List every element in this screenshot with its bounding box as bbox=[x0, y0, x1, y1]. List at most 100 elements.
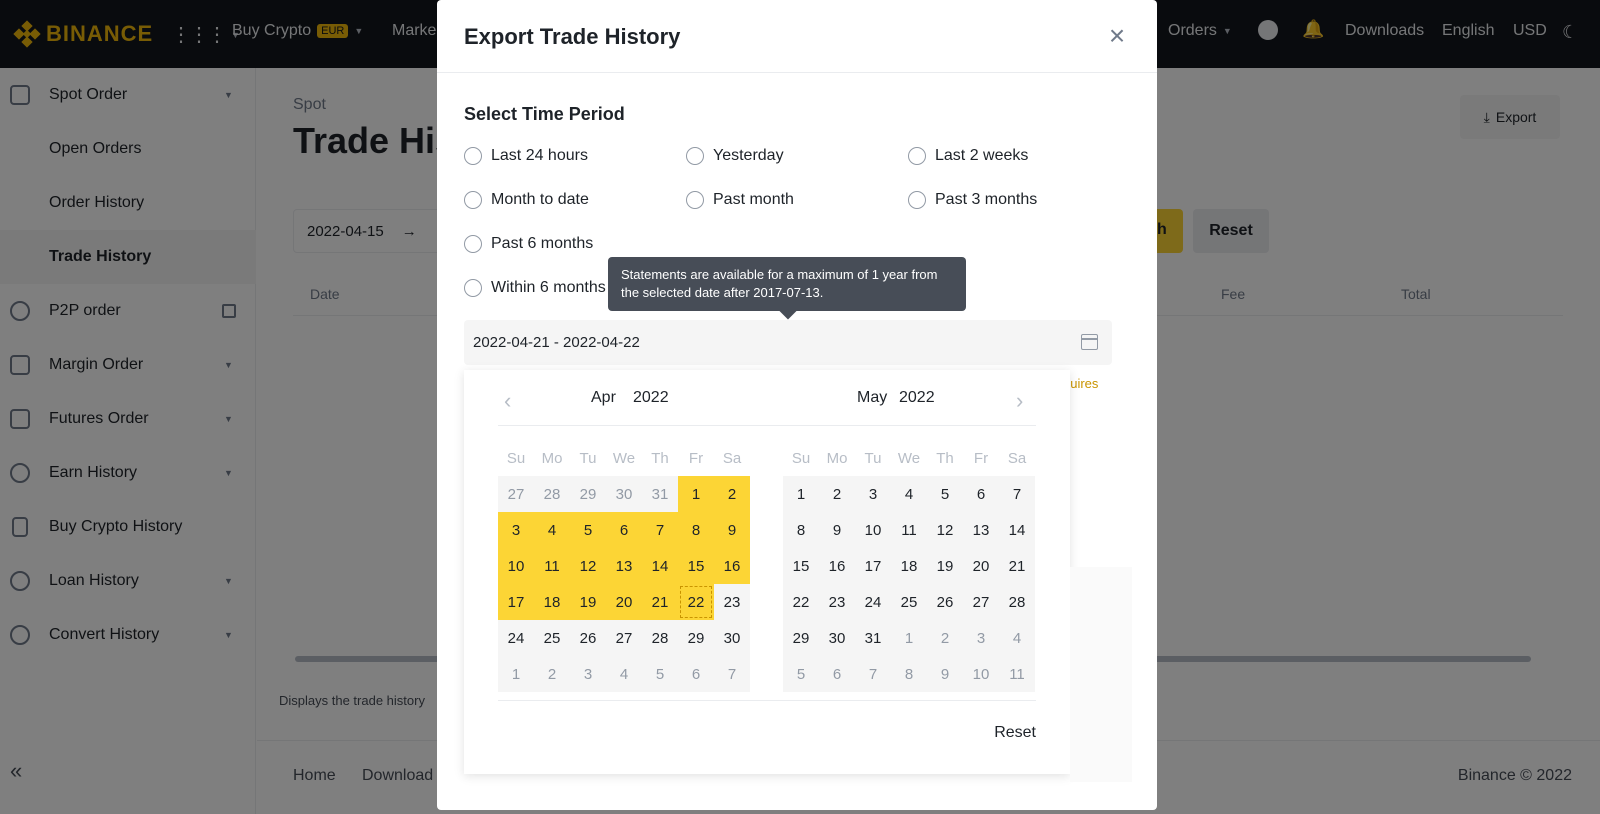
calendar-day[interactable]: 7 bbox=[999, 476, 1035, 512]
option-past-3-months[interactable]: Past 3 months bbox=[908, 191, 1037, 209]
calendar-day[interactable]: 30 bbox=[819, 620, 855, 656]
calendar-day[interactable]: 23 bbox=[714, 584, 750, 620]
calendar-day[interactable]: 24 bbox=[855, 584, 891, 620]
calendar-day[interactable]: 27 bbox=[498, 476, 534, 512]
calendar-day[interactable]: 6 bbox=[819, 656, 855, 692]
calendar-day[interactable]: 29 bbox=[570, 476, 606, 512]
calendar-day[interactable]: 30 bbox=[714, 620, 750, 656]
option-past-month[interactable]: Past month bbox=[686, 191, 794, 209]
calendar-day[interactable]: 26 bbox=[570, 620, 606, 656]
calendar-day[interactable]: 4 bbox=[891, 476, 927, 512]
calendar-day[interactable]: 10 bbox=[855, 512, 891, 548]
calendar-day[interactable]: 11 bbox=[999, 656, 1035, 692]
calendar-day[interactable]: 17 bbox=[498, 584, 534, 620]
calendar-day[interactable]: 28 bbox=[534, 476, 570, 512]
calendar-day[interactable]: 7 bbox=[855, 656, 891, 692]
calendar-day[interactable]: 29 bbox=[783, 620, 819, 656]
option-past-6-months[interactable]: Past 6 months bbox=[464, 235, 593, 253]
calendar-day[interactable]: 12 bbox=[927, 512, 963, 548]
calendar-day[interactable]: 8 bbox=[783, 512, 819, 548]
calendar-day[interactable]: 27 bbox=[606, 620, 642, 656]
calendar-day[interactable]: 8 bbox=[891, 656, 927, 692]
option-last-24-hours[interactable]: Last 24 hours bbox=[464, 147, 588, 165]
calendar-reset-button[interactable]: Reset bbox=[994, 724, 1036, 742]
calendar-day[interactable]: 23 bbox=[819, 584, 855, 620]
calendar-day[interactable]: 1 bbox=[678, 476, 714, 512]
calendar-day[interactable]: 30 bbox=[606, 476, 642, 512]
calendar-day[interactable]: 7 bbox=[642, 512, 678, 548]
calendar-day[interactable]: 10 bbox=[963, 656, 999, 692]
calendar-day[interactable]: 11 bbox=[891, 512, 927, 548]
calendar-day[interactable]: 31 bbox=[855, 620, 891, 656]
calendar-day[interactable]: 13 bbox=[606, 548, 642, 584]
calendar-day[interactable]: 18 bbox=[891, 548, 927, 584]
calendar-day[interactable]: 27 bbox=[963, 584, 999, 620]
left-month[interactable]: Apr bbox=[591, 389, 616, 407]
calendar-day[interactable]: 2 bbox=[927, 620, 963, 656]
calendar-day[interactable]: 4 bbox=[999, 620, 1035, 656]
calendar-day[interactable]: 6 bbox=[606, 512, 642, 548]
right-year[interactable]: 2022 bbox=[899, 389, 935, 407]
calendar-day[interactable]: 31 bbox=[642, 476, 678, 512]
calendar-day[interactable]: 6 bbox=[678, 656, 714, 692]
calendar-day[interactable]: 10 bbox=[498, 548, 534, 584]
prev-month-icon[interactable]: ‹ bbox=[504, 388, 511, 414]
calendar-day[interactable]: 13 bbox=[963, 512, 999, 548]
calendar-day[interactable]: 20 bbox=[606, 584, 642, 620]
calendar-day[interactable]: 29 bbox=[678, 620, 714, 656]
calendar-day[interactable]: 6 bbox=[963, 476, 999, 512]
calendar-day[interactable]: 28 bbox=[642, 620, 678, 656]
calendar-day[interactable]: 1 bbox=[498, 656, 534, 692]
calendar-day[interactable]: 15 bbox=[678, 548, 714, 584]
calendar-day[interactable]: 5 bbox=[642, 656, 678, 692]
option-month-to-date[interactable]: Month to date bbox=[464, 191, 589, 209]
calendar-day[interactable]: 2 bbox=[819, 476, 855, 512]
calendar-day[interactable]: 3 bbox=[498, 512, 534, 548]
calendar-day[interactable]: 5 bbox=[927, 476, 963, 512]
next-month-icon[interactable]: › bbox=[1016, 388, 1023, 414]
calendar-day[interactable]: 7 bbox=[714, 656, 750, 692]
calendar-day[interactable]: 22 bbox=[783, 584, 819, 620]
calendar-day[interactable]: 2 bbox=[534, 656, 570, 692]
calendar-day[interactable]: 1 bbox=[783, 476, 819, 512]
calendar-day[interactable]: 25 bbox=[534, 620, 570, 656]
left-year[interactable]: 2022 bbox=[633, 389, 669, 407]
option-within-6-months[interactable]: Within 6 months bbox=[464, 279, 606, 297]
calendar-day[interactable]: 18 bbox=[534, 584, 570, 620]
calendar-day[interactable]: 21 bbox=[999, 548, 1035, 584]
calendar-icon[interactable] bbox=[1081, 334, 1098, 350]
calendar-day[interactable]: 3 bbox=[963, 620, 999, 656]
calendar-day[interactable]: 21 bbox=[642, 584, 678, 620]
calendar-day[interactable]: 5 bbox=[570, 512, 606, 548]
right-month[interactable]: May bbox=[857, 389, 887, 407]
close-icon[interactable]: × bbox=[1103, 22, 1131, 50]
calendar-day[interactable]: 12 bbox=[570, 548, 606, 584]
calendar-day[interactable]: 1 bbox=[891, 620, 927, 656]
option-last-2-weeks[interactable]: Last 2 weeks bbox=[908, 147, 1028, 165]
calendar-day[interactable]: 16 bbox=[714, 548, 750, 584]
calendar-day[interactable]: 4 bbox=[606, 656, 642, 692]
calendar-day[interactable]: 16 bbox=[819, 548, 855, 584]
calendar-day[interactable]: 20 bbox=[963, 548, 999, 584]
calendar-day[interactable]: 25 bbox=[891, 584, 927, 620]
calendar-day[interactable]: 4 bbox=[534, 512, 570, 548]
calendar-day[interactable]: 8 bbox=[678, 512, 714, 548]
calendar-day[interactable]: 3 bbox=[855, 476, 891, 512]
calendar-day[interactable]: 9 bbox=[714, 512, 750, 548]
calendar-day[interactable]: 14 bbox=[642, 548, 678, 584]
calendar-day[interactable]: 26 bbox=[927, 584, 963, 620]
date-range-input[interactable]: 2022-04-21 - 2022-04-22 bbox=[464, 320, 1112, 365]
calendar-day[interactable]: 9 bbox=[927, 656, 963, 692]
calendar-day[interactable]: 3 bbox=[570, 656, 606, 692]
calendar-day[interactable]: 17 bbox=[855, 548, 891, 584]
calendar-day[interactable]: 19 bbox=[927, 548, 963, 584]
calendar-day[interactable]: 24 bbox=[498, 620, 534, 656]
calendar-day[interactable]: 11 bbox=[534, 548, 570, 584]
calendar-day[interactable]: 5 bbox=[783, 656, 819, 692]
calendar-day[interactable]: 19 bbox=[570, 584, 606, 620]
option-yesterday[interactable]: Yesterday bbox=[686, 147, 784, 165]
calendar-day[interactable]: 2 bbox=[714, 476, 750, 512]
calendar-day[interactable]: 14 bbox=[999, 512, 1035, 548]
calendar-day[interactable]: 28 bbox=[999, 584, 1035, 620]
calendar-day[interactable]: 22 bbox=[678, 584, 714, 620]
